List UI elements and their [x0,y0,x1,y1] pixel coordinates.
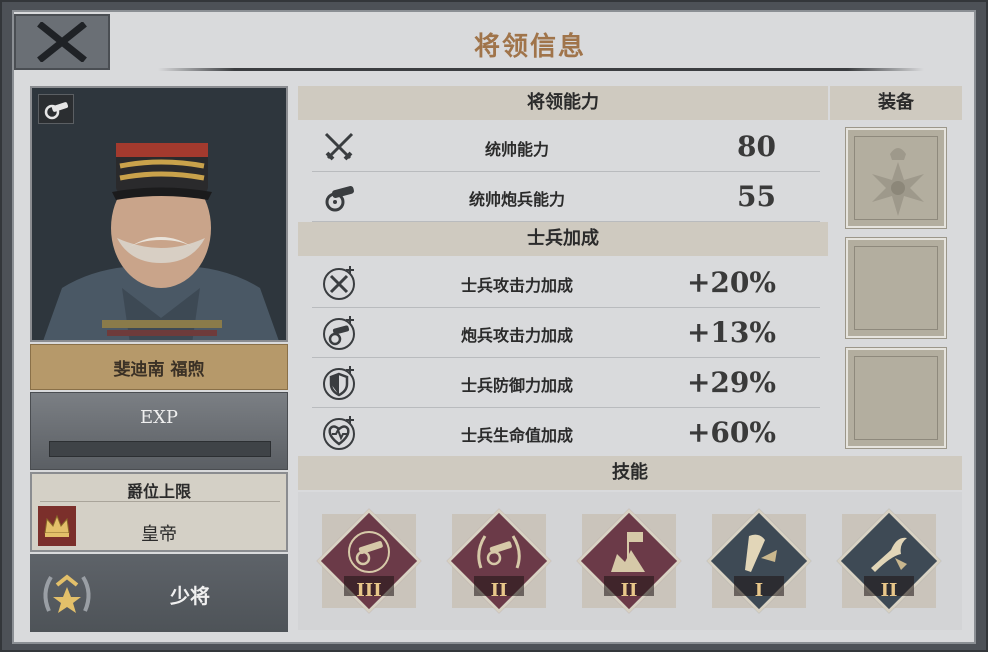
skill-level: II [620,580,638,601]
general-name: 斐迪南 福煦 [30,344,288,390]
skill-slot-3[interactable]: II [570,502,688,620]
peerage-divider [40,501,280,502]
ability-value: 80 [737,130,776,163]
bonus-row-health: 士兵生命值加成 +60% [312,408,820,458]
page-title: 将领信息 [473,32,586,62]
bonus-row-artillery-attack: 炮兵攻击力加成 +13% [312,308,820,358]
equipment-slot-2[interactable] [845,237,947,339]
general-portrait [30,86,288,342]
exp-label: EXP [139,407,179,428]
fortress-flag-icon [611,532,645,572]
peerage-cap-value: 皇帝 [141,524,177,545]
cannon-emblem-icon [348,531,390,573]
bonus-label: 士兵生命值加成 [460,426,573,445]
ability-label: 统帅能力 [484,140,549,159]
bonus-value: +13% [686,316,776,349]
skill-level: II [490,580,508,601]
ability-label: 统帅炮兵能力 [468,190,565,209]
bonus-label: 炮兵攻击力加成 [460,326,573,345]
skill-level: II [880,580,898,601]
rank-star-icon [36,562,98,624]
portrait-image [32,88,286,340]
bonus-row-attack: 士兵攻击力加成 +20% [312,258,820,308]
title-divider [158,68,924,71]
crossed-swords-icon [320,128,358,166]
equipment-slot-3[interactable] [845,347,947,449]
close-button[interactable] [14,14,110,70]
bonus-value: +29% [686,366,776,399]
slot-frame [854,246,938,330]
skill-slot-2[interactable]: II [440,502,558,620]
peerage-cap-panel: 爵位上限 皇帝 [30,472,288,552]
skills-panel: III II II I II [298,492,962,630]
peerage-cap-label: 爵位上限 [126,482,191,501]
cannon-laurel-icon [477,535,521,569]
exp-panel: EXP [30,392,288,470]
bonus-value: +20% [686,266,776,299]
skill-level: I [754,580,764,601]
ability-value: 55 [737,180,776,213]
skill-slot-5[interactable]: II [830,502,948,620]
skill-level: III [356,580,382,601]
cannon-plus-icon [320,314,358,352]
equipment-header: 装备 [830,86,962,120]
equipment-slot-1[interactable] [845,127,947,229]
bonuses-header: 士兵加成 [298,222,828,256]
exp-progress-bar [49,441,271,457]
ability-row-command: 统帅能力 80 [312,122,820,172]
artillery-badge [38,94,74,124]
slot-frame [854,356,938,440]
iron-cross-icon [872,148,924,216]
military-rank: 少将 [170,584,210,608]
skill-slot-4[interactable]: I [700,502,818,620]
heart-plus-icon [320,414,358,452]
swords-plus-icon [320,264,358,302]
bugle-icon [745,534,777,572]
close-icon [37,22,87,62]
bonus-value: +60% [686,416,776,449]
cannon-icon [44,102,69,120]
cannon-icon [320,178,358,216]
bonus-label: 士兵防御力加成 [460,376,573,395]
ability-row-artillery-command: 统帅炮兵能力 55 [312,172,820,222]
shield-plus-icon [320,364,358,402]
military-rank-panel: 少将 [30,554,288,632]
horn-icon [871,537,907,572]
bonus-label: 士兵攻击力加成 [460,276,573,295]
bonus-row-defense: 士兵防御力加成 +29% [312,358,820,408]
abilities-header: 将领能力 [298,86,828,120]
skill-slot-1[interactable]: III [310,502,428,620]
skills-header: 技能 [298,456,962,490]
